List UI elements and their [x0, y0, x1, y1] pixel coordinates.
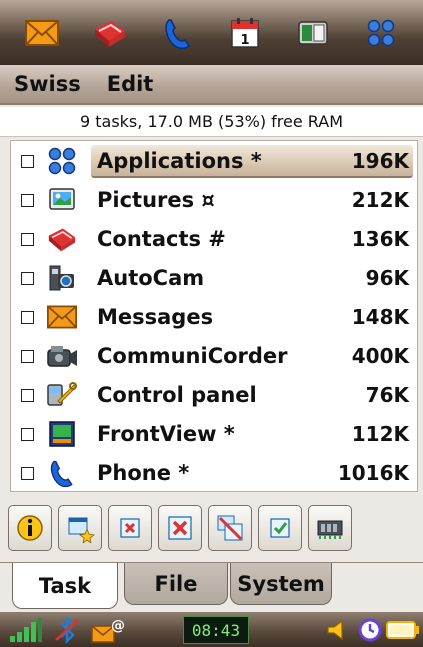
clock-display: 08:43: [183, 616, 249, 644]
battery-icon: [386, 615, 420, 645]
menu-bar: Swiss Edit: [0, 65, 423, 105]
task-size: 136K: [351, 227, 409, 251]
task-checkbox[interactable]: [21, 349, 34, 363]
task-label: CommuniCorder: [97, 344, 288, 368]
task-row-contacts[interactable]: Contacts # 136K: [11, 221, 417, 257]
close-task-icon: [120, 517, 140, 538]
svg-text:1: 1: [241, 33, 250, 48]
task-checkbox[interactable]: [21, 466, 34, 480]
new-task-button[interactable]: [58, 504, 102, 551]
bluetooth-icon[interactable]: [50, 615, 84, 645]
task-size: 112K: [351, 422, 409, 446]
task-label: FrontView *: [97, 422, 235, 446]
task-label: Applications *: [97, 149, 262, 173]
task-checkbox[interactable]: [21, 232, 34, 246]
select-button[interactable]: [258, 504, 302, 551]
task-label: Contacts #: [97, 227, 226, 251]
volume-icon[interactable]: [322, 615, 352, 645]
task-checkbox[interactable]: [21, 271, 34, 285]
svg-text:@: @: [111, 618, 125, 634]
task-checkbox[interactable]: [21, 427, 34, 441]
new-task-icon: [68, 517, 95, 543]
task-row-phone[interactable]: Phone * 1016K: [11, 455, 417, 491]
close-all-button[interactable]: [158, 504, 202, 551]
task-label: Pictures ¤: [97, 188, 215, 212]
tab-file[interactable]: File: [124, 563, 228, 605]
alarm-icon[interactable]: [356, 615, 384, 645]
close-others-button[interactable]: [208, 504, 252, 551]
tab-task[interactable]: Task: [12, 563, 118, 609]
task-size: 196K: [351, 149, 409, 173]
task-row-pictures[interactable]: Pictures ¤ 212K: [11, 182, 417, 218]
task-size: 400K: [351, 344, 409, 368]
task-row-control-panel[interactable]: Control panel 76K: [11, 377, 417, 413]
memory-status: 9 tasks, 17.0 MB (53%) free RAM: [0, 107, 423, 137]
signal-icon: [8, 615, 44, 645]
tab-system[interactable]: System: [230, 563, 332, 605]
menu-swiss[interactable]: Swiss: [14, 72, 81, 96]
memory-icon: [317, 520, 343, 539]
info-icon: [17, 514, 43, 541]
task-list[interactable]: Applications * 196K Pictures ¤ 212K Cont…: [10, 140, 418, 492]
contacts-icon: [45, 223, 79, 255]
messages-icon[interactable]: [20, 11, 64, 55]
camcorder-icon: [45, 340, 79, 372]
task-checkbox[interactable]: [21, 310, 34, 324]
task-row-frontview[interactable]: FrontView * 112K: [11, 416, 417, 452]
task-row-messages[interactable]: Messages 148K: [11, 299, 417, 335]
tab-bar: Task File System: [0, 562, 423, 610]
system-status-bar: @ 08:43: [0, 612, 423, 647]
camera-icon: [45, 262, 79, 294]
phone-icon[interactable]: [156, 11, 200, 55]
app-launcher-bar: 1: [0, 0, 423, 65]
applications-icon[interactable]: [359, 11, 403, 55]
info-button[interactable]: [8, 504, 52, 551]
task-label: Phone *: [97, 461, 190, 485]
memory-button[interactable]: [308, 504, 352, 551]
task-label: Control panel: [97, 383, 257, 407]
message-status-icon[interactable]: @: [88, 615, 128, 645]
task-label: Messages: [97, 305, 214, 329]
task-label: AutoCam: [97, 266, 205, 290]
close-others-icon: [217, 515, 243, 540]
control-panel-icon: [45, 379, 79, 411]
task-size: 212K: [351, 188, 409, 212]
phone-icon: [45, 457, 79, 489]
task-row-applications[interactable]: Applications * 196K: [11, 143, 417, 179]
calendar-icon[interactable]: 1: [223, 11, 267, 55]
frontview-icon: [45, 418, 79, 450]
task-size: 96K: [365, 266, 409, 290]
task-row-communicorder[interactable]: CommuniCorder 400K: [11, 338, 417, 374]
applications-icon: [45, 145, 79, 177]
task-size: 76K: [365, 383, 409, 407]
close-all-icon: [168, 515, 192, 540]
task-row-autocam[interactable]: AutoCam 96K: [11, 260, 417, 296]
contacts-icon[interactable]: [88, 11, 132, 55]
task-checkbox[interactable]: [21, 193, 34, 207]
task-checkbox[interactable]: [21, 154, 34, 168]
task-checkbox[interactable]: [21, 388, 34, 402]
frontview-icon[interactable]: [291, 11, 335, 55]
action-toolbar: [0, 495, 423, 560]
menu-edit[interactable]: Edit: [107, 72, 154, 96]
select-icon: [270, 517, 290, 538]
pictures-icon: [45, 184, 79, 216]
task-size: 1016K: [337, 461, 409, 485]
messages-icon: [45, 301, 79, 333]
close-task-button[interactable]: [108, 504, 152, 551]
task-size: 148K: [351, 305, 409, 329]
